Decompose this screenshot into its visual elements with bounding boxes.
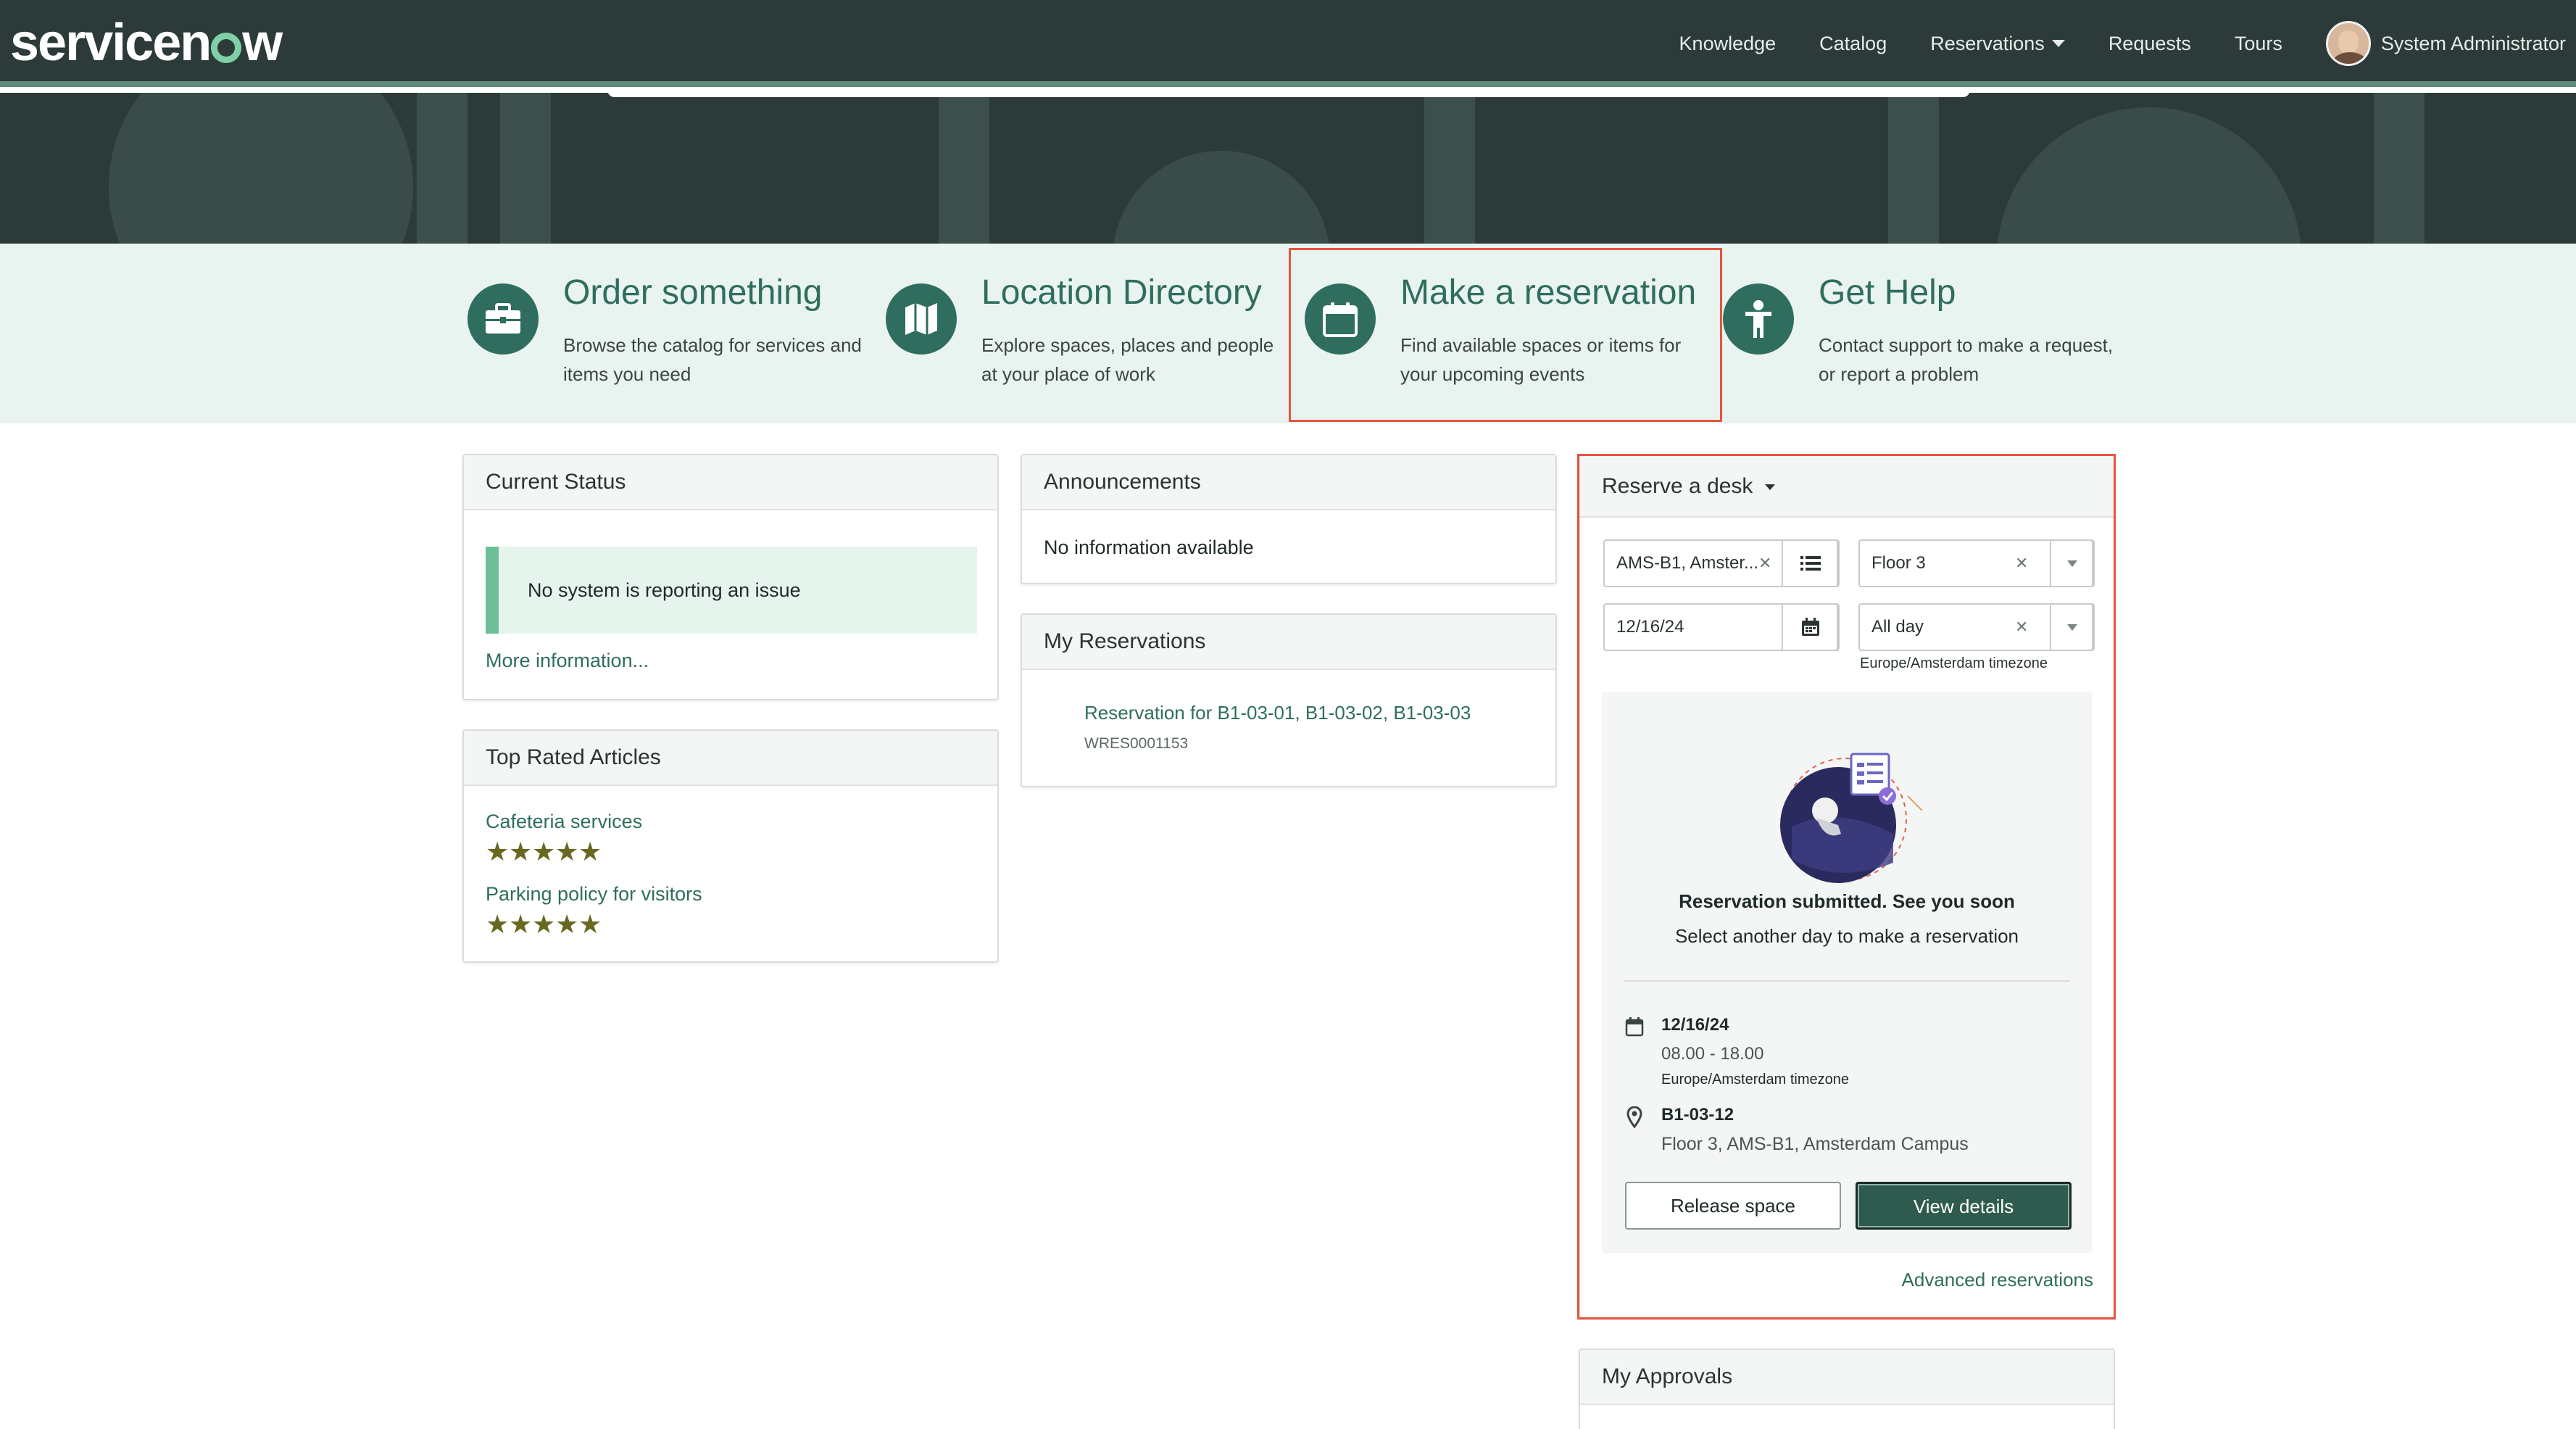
- chevron-down-icon: [2051, 40, 2065, 47]
- star-icon: ★: [555, 837, 579, 866]
- hero-decor-stripe: [417, 93, 468, 244]
- highlight-frame: [1289, 248, 1722, 422]
- current-status-panel: Current Status No system is reporting an…: [462, 454, 999, 700]
- more-information-link[interactable]: More information...: [486, 650, 649, 672]
- logo-o-mark: [211, 33, 242, 63]
- nav-catalog[interactable]: Catalog: [1819, 33, 1887, 55]
- hero-banner: [0, 93, 2576, 244]
- logo-text-end: w: [242, 14, 283, 72]
- quick-link-desc: Contact support to make a request, or re…: [1819, 334, 2114, 385]
- hero-decor-circle: [1113, 151, 1330, 244]
- star-icon: ★: [532, 837, 556, 866]
- main-nav: Knowledge Catalog Reservations Requests …: [1679, 0, 2576, 87]
- quick-link-desc: Explore spaces, places and people at you…: [981, 334, 1274, 385]
- nav-tours[interactable]: Tours: [2235, 33, 2282, 55]
- highlight-frame: [1577, 454, 2116, 1320]
- status-message: No system is reporting an issue: [486, 547, 977, 634]
- nav-reservations[interactable]: Reservations: [1930, 33, 2065, 55]
- hero-decor-stripe: [2374, 93, 2425, 244]
- hero-decor-circle: [109, 93, 413, 244]
- article-link[interactable]: Parking policy for visitors: [486, 883, 702, 906]
- star-icon: ★: [555, 909, 579, 939]
- quick-link-desc: Browse the catalog for services and item…: [563, 334, 862, 385]
- star-rating: ★ ★ ★ ★ ★: [486, 909, 702, 939]
- hero-decor-stripe: [500, 93, 551, 244]
- star-icon: ★: [509, 909, 533, 939]
- panel-title: Top Rated Articles: [464, 731, 997, 786]
- star-icon: ★: [578, 837, 602, 866]
- nav-knowledge[interactable]: Knowledge: [1679, 33, 1777, 55]
- star-icon: ★: [532, 909, 556, 939]
- person-help-icon: [1723, 283, 1794, 355]
- top-navigation-bar: servicen w Knowledge Catalog Reservations…: [0, 0, 2576, 87]
- empty-message: No information available: [1044, 537, 1254, 558]
- map-icon: [886, 283, 957, 355]
- quick-link-location[interactable]: Location Directory Explore spaces, place…: [886, 244, 1277, 423]
- quick-link-title: Order something: [563, 273, 823, 312]
- briefcase-icon: [468, 283, 539, 355]
- panel-title: Announcements: [1022, 455, 1555, 510]
- hero-decor-stripe: [939, 93, 989, 244]
- quick-link-help[interactable]: Get Help Contact support to make a reque…: [1723, 244, 2114, 423]
- user-avatar[interactable]: [2325, 21, 2371, 66]
- star-icon: ★: [486, 837, 510, 866]
- my-reservations-panel: My Reservations Reservation for B1-03-01…: [1021, 613, 1557, 787]
- quick-links-strip: Order something Browse the catalog for s…: [0, 244, 2576, 423]
- hero-decor-circle: [1997, 107, 2301, 244]
- panel-title: My Reservations: [1022, 615, 1555, 670]
- top-rated-articles-panel: Top Rated Articles Cafeteria services ★ ★…: [462, 729, 999, 963]
- nav-reservations-label: Reservations: [1930, 32, 2045, 54]
- search-bar[interactable]: [607, 93, 1970, 97]
- quick-link-title: Location Directory: [981, 273, 1262, 312]
- my-approvals-panel: My Approvals: [1579, 1349, 2115, 1429]
- quick-link-title: Get Help: [1819, 273, 1956, 312]
- nav-requests[interactable]: Requests: [2108, 33, 2191, 55]
- star-icon: ★: [578, 909, 602, 939]
- reservation-link[interactable]: Reservation for B1-03-01, B1-03-02, B1-0…: [1084, 702, 1471, 724]
- servicenow-logo[interactable]: servicen w: [10, 10, 283, 75]
- quick-link-order[interactable]: Order something Browse the catalog for s…: [468, 244, 862, 423]
- star-rating: ★ ★ ★ ★ ★: [486, 837, 642, 866]
- reservation-number: WRES0001153: [1084, 735, 1189, 752]
- hero-decor-stripe: [1888, 93, 1939, 244]
- article-link[interactable]: Cafeteria services: [486, 811, 642, 833]
- logo-text: servicen: [10, 14, 212, 72]
- user-name[interactable]: System Administrator: [2381, 33, 2566, 55]
- star-icon: ★: [486, 909, 510, 939]
- panel-title: My Approvals: [1580, 1350, 2114, 1405]
- article-item: Cafeteria services ★ ★ ★ ★ ★: [486, 811, 642, 866]
- article-item: Parking policy for visitors ★ ★ ★ ★ ★: [486, 883, 702, 939]
- hero-decor-stripe: [1424, 93, 1475, 244]
- star-icon: ★: [509, 837, 533, 866]
- panel-title: Current Status: [464, 455, 997, 510]
- announcements-panel: Announcements No information available: [1021, 454, 1557, 584]
